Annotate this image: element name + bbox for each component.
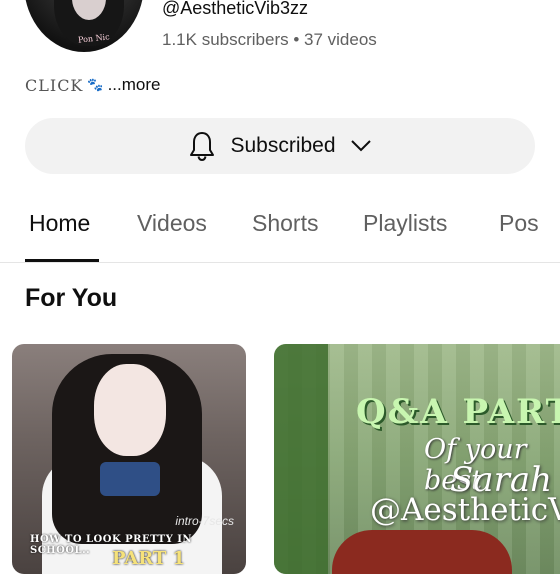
section-title: For You [25,284,118,312]
thumbnail-title: Q&A PART [356,392,560,432]
avatar-text: Pon Nic [77,32,110,45]
thumbnail-caption-part: PART 1 [112,548,186,569]
tab-playlists[interactable]: Playlists [363,210,447,237]
paw-emoji-icon: 🐾 [87,77,104,92]
active-tab-indicator [25,259,99,262]
thumbnail-leaves [274,344,328,574]
thumbnail-bow [100,462,160,496]
more-link[interactable]: ...more [108,75,161,95]
thumbnail-character [332,530,512,574]
thumbnail-face [94,364,166,456]
bell-icon [188,130,216,162]
description-text: CLICK [25,75,84,95]
subscribed-label: Subscribed [230,134,336,157]
thumbnail-watermark: @AestheticVi [370,492,560,528]
tab-videos[interactable]: Videos [137,210,207,237]
subscribed-button[interactable]: Subscribed [25,118,535,174]
channel-description[interactable]: CLICK 🐾 ...more [25,75,160,95]
thumbnail-corner-text: intro-7secs [175,514,234,528]
tab-posts[interactable]: Pos [499,210,539,237]
channel-stats: 1.1K subscribers • 37 videos [162,30,377,49]
channel-handle: @AestheticVib3zz [162,0,309,18]
channel-avatar[interactable]: Pon Nic [24,0,144,52]
video-card[interactable]: intro-7secs HOW TO LOOK PRETTY IN SCHOOL… [12,344,246,574]
tab-home[interactable]: Home [29,210,90,237]
channel-tabs: Home Videos Shorts Playlists Pos [0,196,560,263]
chevron-down-icon [350,139,372,153]
video-card[interactable]: Q&A PART Of your best Sarah @AestheticVi [274,344,560,574]
tab-shorts[interactable]: Shorts [252,210,318,237]
